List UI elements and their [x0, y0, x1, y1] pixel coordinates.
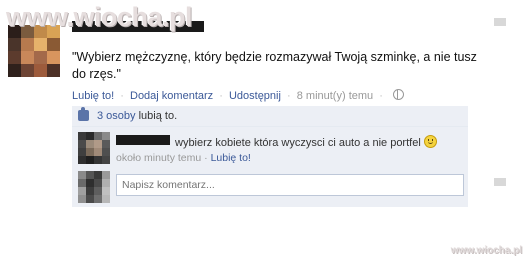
pixelated-avatar-image — [78, 132, 110, 164]
thumbs-up-icon — [78, 107, 89, 121]
comment-text: wybierz kobiete która wyczysci ci auto a… — [175, 133, 437, 149]
site-watermark: www.wiocha.pl — [6, 2, 193, 32]
bottom-watermark: www.wiocha.pl — [450, 245, 522, 256]
comment-input[interactable] — [116, 174, 464, 196]
likes-summary: 3 osoby lubią to. — [72, 106, 468, 127]
status-text: "Wybierz mężczyznę, który będzie rozmazy… — [72, 50, 477, 81]
pixelated-avatar-image — [78, 171, 110, 203]
comments-section: wybierz kobiete która wyczysci ci auto a… — [72, 127, 468, 207]
edge-artifact — [494, 178, 506, 186]
post-actions: Lubię to! · Dodaj komentarz · Udostępnij… — [72, 88, 404, 102]
viewer-avatar — [78, 171, 110, 203]
add-comment-link[interactable]: Dodaj komentarz — [130, 90, 213, 102]
commenter-avatar[interactable] — [78, 132, 110, 164]
like-link[interactable]: Lubię to! — [72, 90, 114, 102]
comment-like-link[interactable]: Lubię to! — [211, 152, 251, 164]
separator: · — [204, 152, 208, 164]
globe-icon[interactable] — [392, 89, 404, 100]
likes-count-link[interactable]: 3 osoby — [97, 110, 136, 122]
smiley-icon — [423, 135, 437, 148]
comment-timestamp[interactable]: około minuty temu — [116, 152, 201, 164]
separator: · — [219, 90, 223, 102]
likes-text: 3 osoby lubią to. — [97, 106, 177, 126]
comment-body: wybierz kobiete która wyczysci ci auto a… — [175, 137, 421, 149]
comment-meta: około minuty temu · Lubię to! — [116, 152, 251, 164]
commenter-name-redacted[interactable] — [116, 135, 170, 145]
post-timestamp[interactable]: 8 minut(y) temu — [297, 90, 373, 102]
separator: · — [379, 90, 383, 102]
separator: · — [287, 90, 291, 102]
separator: · — [120, 90, 124, 102]
share-link[interactable]: Udostępnij — [229, 90, 281, 102]
edge-artifact — [494, 18, 506, 26]
likes-suffix: lubią to. — [138, 110, 178, 122]
